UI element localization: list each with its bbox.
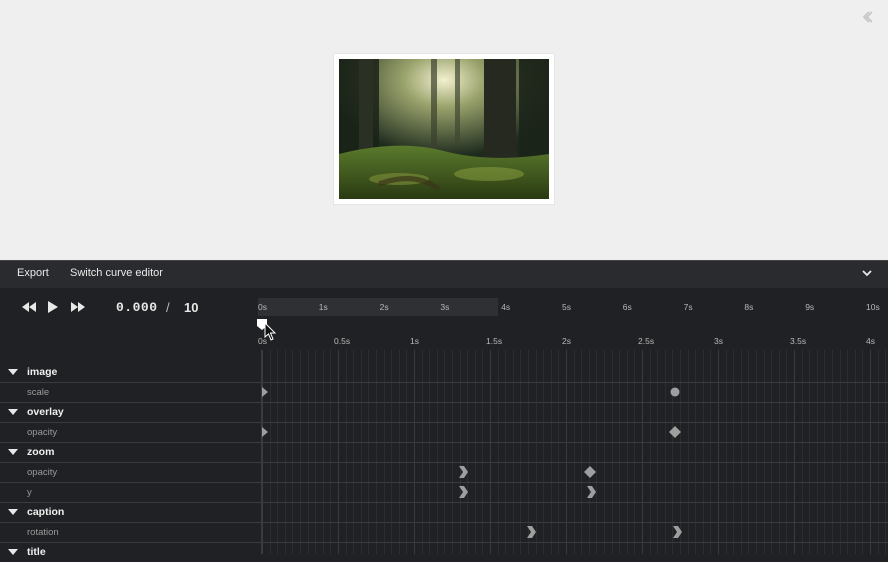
track-group-caption[interactable]: caption <box>0 502 888 523</box>
track-label: y <box>27 487 32 498</box>
switch-curve-editor-button[interactable]: Switch curve editor <box>70 267 163 279</box>
track-label: opacity <box>27 427 58 438</box>
collapse-panel-icon[interactable] <box>860 10 874 24</box>
track-group-zoom[interactable]: zoom <box>0 442 888 463</box>
export-button[interactable]: Export <box>17 267 49 279</box>
detail-ruler[interactable]: 0s 0.5s 1s 1.5s 2s 2.5s 3s 3.5s 4s <box>258 336 880 350</box>
keyframe-marker[interactable] <box>526 526 536 538</box>
detail-tick-label: 2.5s <box>638 336 655 346</box>
keyframe-marker[interactable] <box>261 427 269 437</box>
rewind-icon[interactable] <box>20 298 38 316</box>
track-group-title[interactable]: title <box>0 542 888 562</box>
play-icon[interactable] <box>44 298 62 316</box>
detail-tick-label: 4s <box>866 336 875 346</box>
keyframe-marker[interactable] <box>670 387 680 397</box>
track-prop-opacity[interactable]: opacity <box>0 462 888 483</box>
overview-tick-label: 5s <box>562 302 571 312</box>
track-label: rotation <box>27 527 59 538</box>
overview-tick-label: 9s <box>805 302 815 312</box>
forest-image <box>339 59 549 199</box>
collapse-triangle-icon[interactable] <box>8 549 18 555</box>
overview-tick-label: 6s <box>622 302 632 312</box>
track-prop-opacity[interactable]: opacity <box>0 422 888 443</box>
detail-tick-label: 2s <box>562 336 571 346</box>
current-time[interactable]: 0.000 <box>116 300 158 315</box>
track-label: zoom <box>27 446 55 458</box>
collapse-triangle-icon[interactable] <box>8 409 18 415</box>
track-prop-y[interactable]: y <box>0 482 888 503</box>
track-group-image[interactable]: image <box>0 362 888 383</box>
keyframe-marker[interactable] <box>458 486 468 498</box>
keyframe-marker[interactable] <box>458 466 468 478</box>
track-label: caption <box>27 506 65 518</box>
collapse-triangle-icon[interactable] <box>8 509 18 515</box>
time-separator: / <box>166 300 170 315</box>
detail-tick-label: 3.5s <box>790 336 807 346</box>
keyframe-marker[interactable] <box>586 486 596 498</box>
overview-tick-label: 8s <box>744 302 754 312</box>
collapse-triangle-icon[interactable] <box>8 449 18 455</box>
total-duration[interactable]: 10 <box>184 300 198 315</box>
track-prop-scale[interactable]: scale <box>0 382 888 403</box>
collapse-triangle-icon[interactable] <box>8 369 18 375</box>
track-label: title <box>27 546 46 558</box>
visible-range-track[interactable] <box>258 298 498 316</box>
overview-tick-label: 7s <box>683 302 693 312</box>
overview-ruler[interactable]: 0s 1s 2s 3s 4s 5s 6s 7s 8s 9s 10s <box>258 298 880 318</box>
overview-tick-label: 1s <box>318 302 328 312</box>
preview-canvas <box>0 0 888 260</box>
keyframe-marker[interactable] <box>584 466 596 478</box>
chevron-down-icon[interactable] <box>860 266 874 280</box>
overview-tick-label: 0s <box>258 302 267 312</box>
overview-tick-label: 4s <box>501 302 511 312</box>
detail-tick-label: 3s <box>714 336 723 346</box>
track-label: overlay <box>27 406 64 418</box>
overview-tick-label: 2s <box>379 302 389 312</box>
timeline-panel: 0.000 / 10 0s 1s 2s 3s 4s 5s 6s 7s 8s 9s 10s 0s 0.5… <box>0 288 888 558</box>
keyframe-marker[interactable] <box>672 526 682 538</box>
track-label: scale <box>27 387 50 398</box>
keyframe-marker[interactable] <box>669 426 681 438</box>
image-frame <box>334 54 554 204</box>
detail-tick-label: 1.5s <box>486 336 503 346</box>
track-label: image <box>27 366 58 378</box>
detail-tick-label: 0s <box>258 336 267 346</box>
track-group-overlay[interactable]: overlay <box>0 402 888 423</box>
track-prop-rotation[interactable]: rotation <box>0 522 888 543</box>
overview-tick-label: 10s <box>866 302 880 312</box>
fast-forward-icon[interactable] <box>69 298 87 316</box>
keyframe-marker[interactable] <box>261 387 269 397</box>
toolbar: Export Switch curve editor <box>0 260 888 289</box>
track-label: opacity <box>27 467 58 478</box>
detail-tick-label: 1s <box>410 336 419 346</box>
overview-tick-label: 3s <box>440 302 450 312</box>
detail-tick-label: 0.5s <box>334 336 351 346</box>
